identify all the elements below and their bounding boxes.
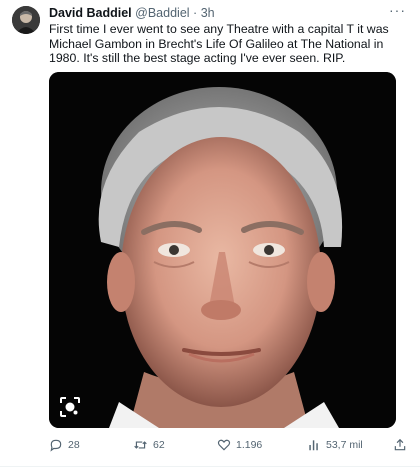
tweet-text: First time I ever went to see any Theatr… (49, 22, 389, 66)
reply-button[interactable]: 28 (49, 437, 80, 453)
like-icon (217, 439, 231, 451)
retweet-button[interactable]: 62 (133, 437, 165, 453)
retweet-count: 62 (153, 439, 165, 451)
tweet-actions: 28 62 1.196 53,7 mil (49, 437, 409, 455)
views-button[interactable]: 53,7 mil (307, 437, 363, 453)
more-options-icon[interactable]: ··· (389, 2, 406, 18)
tweet-header: David Baddiel @Baddiel · 3h (49, 6, 215, 20)
tweet-photo[interactable] (49, 72, 396, 428)
like-button[interactable]: 1.196 (217, 437, 262, 453)
separator: · (193, 6, 198, 20)
share-button[interactable] (393, 437, 412, 453)
avatar[interactable] (12, 6, 40, 34)
like-count: 1.196 (236, 439, 263, 451)
tweet-time[interactable]: 3h (201, 6, 215, 20)
reply-icon (50, 439, 62, 452)
reply-count: 28 (68, 439, 80, 451)
author-name[interactable]: David Baddiel (49, 6, 132, 20)
retweet-icon (134, 441, 147, 449)
share-icon (394, 438, 406, 451)
tweet[interactable]: David Baddiel @Baddiel · 3h ··· First ti… (0, 0, 420, 467)
lens-search-icon[interactable] (59, 396, 81, 418)
author-handle[interactable]: @Baddiel (135, 6, 189, 20)
views-count: 53,7 mil (326, 439, 363, 451)
views-icon (309, 440, 318, 451)
